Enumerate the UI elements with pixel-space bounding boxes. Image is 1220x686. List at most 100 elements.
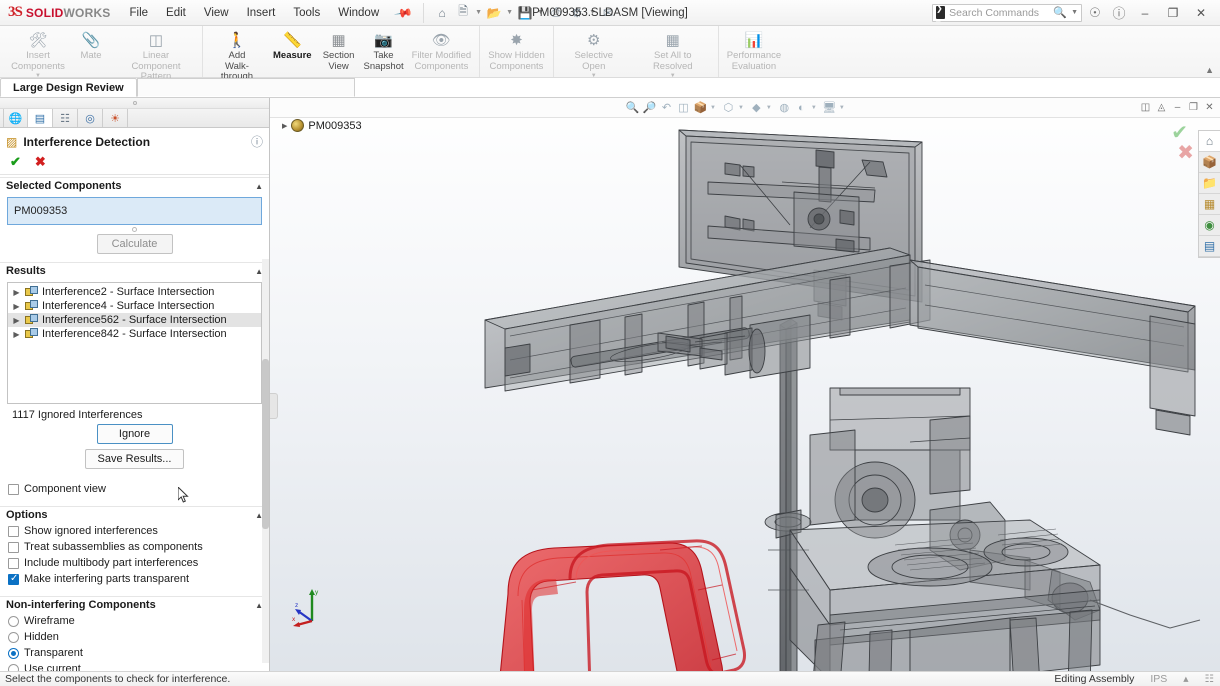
zoom-to-area-icon[interactable]: 🔎 [642, 100, 657, 115]
open-document-icon[interactable]: 📂 [484, 3, 504, 23]
measure-button[interactable]: 📏 Measure [268, 28, 317, 62]
ignore-button[interactable]: Ignore [96, 424, 173, 444]
dimxpert-manager-tab[interactable]: ◎ [78, 109, 103, 127]
new-document-caret-icon[interactable]: ▼ [474, 9, 483, 16]
home-task-pane-icon[interactable]: ⌂ [1199, 131, 1220, 152]
pin-icon[interactable]: 📌 [387, 0, 420, 27]
display-manager-tab[interactable]: ☀ [103, 109, 128, 127]
configuration-manager-tab[interactable]: ☷ [53, 109, 78, 127]
property-manager-tab[interactable]: ▤ [28, 109, 53, 127]
property-manager-scroll-thumb[interactable] [262, 359, 269, 529]
add-walkthrough-button[interactable]: 🚶 Add Walk-through [206, 28, 268, 83]
section-view-button[interactable]: ▦ Section View [317, 28, 361, 72]
menu-edit[interactable]: Edit [157, 3, 195, 23]
property-manager-scrollbar[interactable] [262, 259, 269, 663]
list-item[interactable]: ▶ Interference562 - Surface Intersection [8, 313, 261, 327]
filter-modified-components-button[interactable]: 👁 Filter Modified Components [407, 28, 477, 72]
view-palette-icon[interactable]: ▦ [1199, 194, 1220, 215]
mail-icon[interactable]: ✉ [598, 3, 618, 23]
radio-hidden-row[interactable]: Hidden [0, 629, 269, 645]
expand-arrow-icon[interactable]: ▶ [12, 316, 21, 325]
hide-show-caret-icon[interactable]: ▼ [766, 105, 772, 111]
edit-appearance-icon[interactable]: ◍ [777, 100, 792, 115]
display-style-caret-icon[interactable]: ▼ [738, 105, 744, 111]
view-orientation-icon[interactable]: 📦 [693, 100, 708, 115]
section-view-icon[interactable]: ◫ [676, 100, 691, 115]
options-caret-icon[interactable]: ▼ [588, 9, 597, 16]
section-selected-components-header[interactable]: Selected Components ▲ [0, 177, 269, 194]
component-view-row[interactable]: Component view [0, 481, 269, 497]
feature-manager-tree-tab[interactable]: 🌐 [3, 109, 28, 127]
accept-button[interactable]: ✔ [10, 154, 21, 170]
apply-scene-icon[interactable]: ◐ [794, 100, 809, 115]
take-snapshot-button[interactable]: 📷 Take Snapshot [361, 28, 407, 72]
display-style-icon[interactable]: ⬡ [721, 100, 736, 115]
set-all-resolved-button[interactable]: ▦ Set All to Resolved ▼ [631, 28, 715, 80]
component-view-checkbox[interactable] [8, 483, 19, 495]
performance-evaluation-button[interactable]: 📊 Performance Evaluation [722, 28, 786, 72]
doc-minimize-button[interactable]: – [1171, 102, 1184, 113]
save-icon[interactable]: 💾 [515, 3, 535, 23]
apply-scene-caret-icon[interactable]: ▼ [811, 105, 817, 111]
help-icon[interactable]: ⓘ [251, 133, 263, 150]
overlay-icon[interactable]: ☷ [1205, 673, 1214, 685]
hide-show-items-icon[interactable]: ◆ [749, 100, 764, 115]
appearances-scenes-icon[interactable]: ◉ [1199, 215, 1220, 236]
option-treat-subassemblies-row[interactable]: Treat subassemblies as components [0, 539, 269, 555]
save-results-button[interactable]: Save Results... [84, 449, 185, 469]
restore-button[interactable]: ❐ [1160, 2, 1186, 24]
chevron-up-icon[interactable]: ▲ [255, 182, 263, 191]
collapse-ribbon-icon[interactable]: ▲ [1205, 65, 1214, 75]
list-item[interactable]: ▶ Interference842 - Surface Intersection [8, 327, 261, 341]
print-icon[interactable]: ⎙ [546, 3, 566, 23]
tile-right-icon[interactable]: ◬ [1155, 102, 1168, 113]
home-icon[interactable]: ⌂ [432, 3, 452, 23]
previous-view-icon[interactable]: ↶ [659, 100, 674, 115]
section-non-interfering-header[interactable]: Non-interfering Components ▲ [0, 596, 269, 613]
section-options-header[interactable]: Options ▲ [0, 506, 269, 523]
use-current-radio[interactable] [8, 663, 19, 671]
transparent-radio[interactable] [8, 647, 19, 659]
section-results-header[interactable]: Results ▲ [0, 262, 269, 279]
design-library-icon[interactable]: 📦 [1199, 152, 1220, 173]
new-document-icon[interactable]: 🗎 [453, 3, 473, 23]
search-commands-box[interactable]: ❯_ 🔍 ▼ [932, 3, 1082, 22]
file-explorer-icon[interactable]: 📁 [1199, 173, 1220, 194]
doc-restore-button[interactable]: ❐ [1187, 102, 1200, 113]
radio-transparent-row[interactable]: Transparent [0, 645, 269, 661]
radio-wireframe-row[interactable]: Wireframe [0, 613, 269, 629]
search-icon[interactable]: 🔍 [1053, 6, 1067, 19]
zoom-to-fit-icon[interactable]: 🔍 [625, 100, 640, 115]
help-icon[interactable]: ⓘ [1108, 2, 1130, 24]
close-button[interactable]: ✕ [1188, 2, 1214, 24]
mate-button[interactable]: 📎 Mate [69, 28, 113, 62]
options-gear-icon[interactable]: ⚙ [567, 3, 587, 23]
menu-view[interactable]: View [195, 3, 238, 23]
open-document-caret-icon[interactable]: ▼ [505, 9, 514, 16]
menu-insert[interactable]: Insert [238, 3, 285, 23]
menu-window[interactable]: Window [329, 3, 388, 23]
expand-arrow-icon[interactable]: ▶ [12, 288, 21, 297]
selected-components-field[interactable]: PM009353 [7, 197, 262, 225]
graphics-area[interactable]: 🔍 🔎 ↶ ◫ 📦▼ ⬡▼ ◆▼ ◍ ◐▼ 🖥▼ ◫ ◬ – ❐ ✕ [270, 98, 1220, 671]
search-input[interactable] [949, 6, 1050, 19]
expand-arrow-icon[interactable]: ▶ [12, 330, 21, 339]
radio-use-current-row[interactable]: Use current [0, 661, 269, 671]
menu-tools[interactable]: Tools [284, 3, 329, 23]
insert-components-button[interactable]: 🛠 Insert Components ▼ [7, 28, 69, 80]
units-caret-icon[interactable]: ▴ [1183, 673, 1188, 685]
panel-splitter-handle[interactable] [0, 98, 269, 109]
account-icon[interactable]: ☉ [1084, 2, 1106, 24]
wireframe-radio[interactable] [8, 615, 19, 627]
menu-file[interactable]: File [121, 3, 158, 23]
show-hidden-components-button[interactable]: ✸ Show Hidden Components [483, 28, 550, 72]
doc-close-button[interactable]: ✕ [1203, 102, 1216, 113]
tile-left-icon[interactable]: ◫ [1139, 102, 1152, 113]
view-settings-icon[interactable]: 🖥 [822, 100, 837, 115]
selection-resize-handle[interactable] [0, 225, 269, 234]
selective-open-button[interactable]: ⚙ Selective Open ▼ [557, 28, 631, 80]
make-transparent-checkbox[interactable] [8, 573, 19, 585]
option-include-multibody-row[interactable]: Include multibody part interferences [0, 555, 269, 571]
calculate-button[interactable]: Calculate [96, 234, 173, 254]
hidden-radio[interactable] [8, 631, 19, 643]
